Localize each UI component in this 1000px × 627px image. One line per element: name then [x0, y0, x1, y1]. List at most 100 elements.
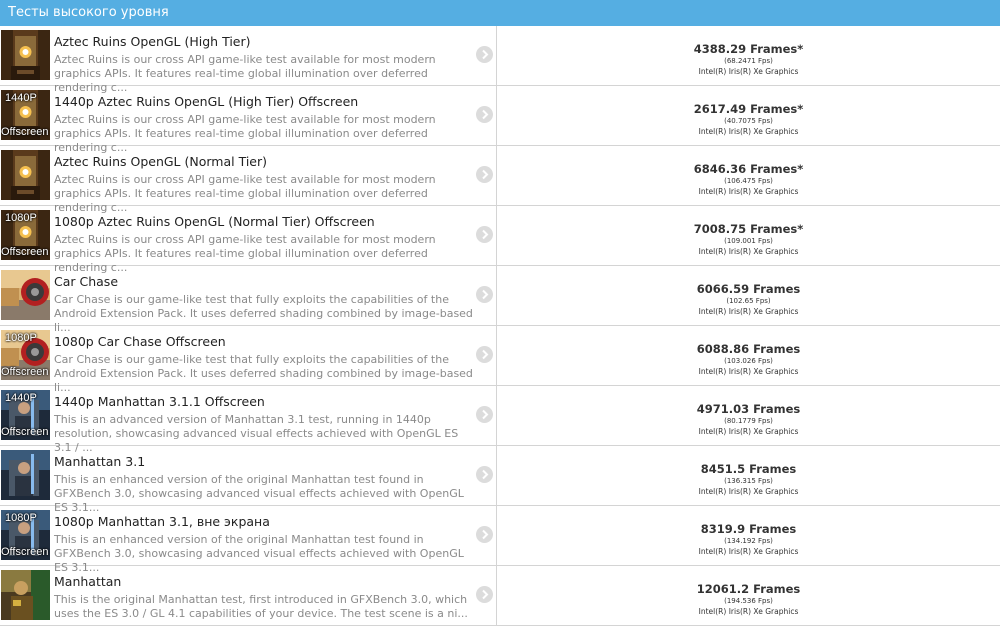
resolution-badge: 1440P	[5, 92, 37, 104]
gpu-name: Intel(R) Iris(R) Xe Graphics	[698, 427, 799, 436]
test-thumbnail	[1, 30, 50, 80]
test-title[interactable]: 1080p Aztec Ruins OpenGL (Normal Tier) O…	[54, 214, 375, 229]
resolution-badge: 1440P	[5, 392, 37, 404]
test-title[interactable]: 1080p Car Chase Offscreen	[54, 334, 226, 349]
gpu-name: Intel(R) Iris(R) Xe Graphics	[698, 367, 799, 376]
chevron-right-icon[interactable]	[476, 286, 493, 303]
chevron-right-icon[interactable]	[476, 166, 493, 183]
test-title[interactable]: 1080p Manhattan 3.1, вне экрана	[54, 514, 270, 529]
test-thumbnail	[1, 270, 50, 320]
test-row[interactable]: 1440P Offscreen 1440p Manhattan 3.1.1 Of…	[0, 386, 1000, 454]
test-info[interactable]: 1440P Offscreen 1440p Manhattan 3.1.1 Of…	[0, 386, 497, 454]
score-value: 6066.59 Frames	[696, 282, 801, 296]
aztec-thumbnail-art	[1, 150, 50, 200]
fps-value: (80.1779 Fps)	[724, 417, 773, 425]
gpu-name: Intel(R) Iris(R) Xe Graphics	[698, 307, 799, 316]
test-thumbnail: 1080P Offscreen	[1, 210, 50, 260]
fps-value: (106.475 Fps)	[724, 177, 773, 185]
test-result: 6066.59 Frames (102.65 Fps) Intel(R) Iri…	[497, 266, 1000, 325]
score-value: 12061.2 Frames	[696, 582, 801, 596]
gpu-name: Intel(R) Iris(R) Xe Graphics	[698, 547, 799, 556]
test-title[interactable]: 1440p Manhattan 3.1.1 Offscreen	[54, 394, 265, 409]
chevron-right-icon[interactable]	[476, 226, 493, 243]
test-title[interactable]: 1440p Aztec Ruins OpenGL (High Tier) Off…	[54, 94, 358, 109]
resolution-badge: 1080P	[5, 512, 37, 524]
test-info[interactable]: 1440P Offscreen 1440p Aztec Ruins OpenGL…	[0, 86, 497, 154]
chevron-right-icon[interactable]	[476, 106, 493, 123]
score-value: 8319.9 Frames	[700, 522, 797, 536]
test-thumbnail: 1440P Offscreen	[1, 90, 50, 140]
test-info[interactable]: Manhattan 3.1 This is an enhanced versio…	[0, 446, 497, 514]
fps-value: (40.7075 Fps)	[724, 117, 773, 125]
test-thumbnail: 1440P Offscreen	[1, 390, 50, 440]
test-list: Aztec Ruins OpenGL (High Tier) Aztec Rui…	[0, 26, 1000, 626]
test-thumbnail	[1, 150, 50, 200]
offscreen-badge: Offscreen	[1, 546, 49, 558]
score-value: 4971.03 Frames	[696, 402, 801, 416]
gpu-name: Intel(R) Iris(R) Xe Graphics	[698, 67, 799, 76]
fps-value: (68.2471 Fps)	[724, 57, 773, 65]
chevron-right-icon[interactable]	[476, 526, 493, 543]
test-thumbnail: 1080P Offscreen	[1, 510, 50, 560]
test-thumbnail	[1, 450, 50, 500]
test-row[interactable]: Car Chase Car Chase is our game-like tes…	[0, 266, 1000, 334]
gpu-name: Intel(R) Iris(R) Xe Graphics	[698, 187, 799, 196]
test-result: 6846.36 Frames* (106.475 Fps) Intel(R) I…	[497, 146, 1000, 205]
test-info[interactable]: 1080P Offscreen 1080p Car Chase Offscree…	[0, 326, 497, 394]
fps-value: (109.001 Fps)	[724, 237, 773, 245]
chevron-right-icon[interactable]	[476, 586, 493, 603]
test-row[interactable]: 1080P Offscreen 1080p Manhattan 3.1, вне…	[0, 506, 1000, 574]
offscreen-badge: Offscreen	[1, 366, 49, 378]
test-info[interactable]: Aztec Ruins OpenGL (Normal Tier) Aztec R…	[0, 146, 497, 214]
test-row[interactable]: Aztec Ruins OpenGL (Normal Tier) Aztec R…	[0, 146, 1000, 214]
score-value: 4388.29 Frames*	[693, 42, 804, 56]
test-row[interactable]: 1080P Offscreen 1080p Car Chase Offscree…	[0, 326, 1000, 394]
test-title[interactable]: Manhattan 3.1	[54, 454, 145, 469]
section-title: Тесты высокого уровня	[8, 5, 169, 20]
fps-value: (103.026 Fps)	[724, 357, 773, 365]
test-row[interactable]: Aztec Ruins OpenGL (High Tier) Aztec Rui…	[0, 26, 1000, 94]
chevron-right-icon[interactable]	[476, 466, 493, 483]
fps-value: (194.536 Fps)	[724, 597, 773, 605]
test-thumbnail: 1080P Offscreen	[1, 330, 50, 380]
score-value: 6846.36 Frames*	[693, 162, 804, 176]
score-value: 2617.49 Frames*	[693, 102, 804, 116]
test-row[interactable]: 1440P Offscreen 1440p Aztec Ruins OpenGL…	[0, 86, 1000, 154]
test-result: 7008.75 Frames* (109.001 Fps) Intel(R) I…	[497, 206, 1000, 265]
gpu-name: Intel(R) Iris(R) Xe Graphics	[698, 607, 799, 616]
manhattan31-thumbnail-art	[1, 450, 50, 500]
test-result: 12061.2 Frames (194.536 Fps) Intel(R) Ir…	[497, 566, 1000, 625]
test-info[interactable]: Manhattan This is the original Manhattan…	[0, 566, 497, 625]
test-title[interactable]: Aztec Ruins OpenGL (High Tier)	[54, 34, 251, 49]
test-result: 2617.49 Frames* (40.7075 Fps) Intel(R) I…	[497, 86, 1000, 145]
test-title[interactable]: Manhattan	[54, 574, 121, 589]
offscreen-badge: Offscreen	[1, 426, 49, 438]
test-title[interactable]: Car Chase	[54, 274, 118, 289]
test-result: 8319.9 Frames (134.192 Fps) Intel(R) Iri…	[497, 506, 1000, 565]
test-title[interactable]: Aztec Ruins OpenGL (Normal Tier)	[54, 154, 267, 169]
chevron-right-icon[interactable]	[476, 46, 493, 63]
manhattan-thumbnail-art	[1, 570, 50, 620]
test-result: 6088.86 Frames (103.026 Fps) Intel(R) Ir…	[497, 326, 1000, 385]
test-result: 4971.03 Frames (80.1779 Fps) Intel(R) Ir…	[497, 386, 1000, 445]
offscreen-badge: Offscreen	[1, 126, 49, 138]
test-result: 4388.29 Frames* (68.2471 Fps) Intel(R) I…	[497, 26, 1000, 85]
test-info[interactable]: 1080P Offscreen 1080p Aztec Ruins OpenGL…	[0, 206, 497, 274]
offscreen-badge: Offscreen	[1, 246, 49, 258]
test-info[interactable]: Car Chase Car Chase is our game-like tes…	[0, 266, 497, 334]
test-row[interactable]: Manhattan This is the original Manhattan…	[0, 566, 1000, 626]
gpu-name: Intel(R) Iris(R) Xe Graphics	[698, 487, 799, 496]
test-row[interactable]: Manhattan 3.1 This is an enhanced versio…	[0, 446, 1000, 514]
test-info[interactable]: 1080P Offscreen 1080p Manhattan 3.1, вне…	[0, 506, 497, 574]
fps-value: (102.65 Fps)	[726, 297, 771, 305]
test-row[interactable]: 1080P Offscreen 1080p Aztec Ruins OpenGL…	[0, 206, 1000, 274]
carchase-thumbnail-art	[1, 270, 50, 320]
test-info[interactable]: Aztec Ruins OpenGL (High Tier) Aztec Rui…	[0, 26, 497, 94]
test-thumbnail	[1, 570, 50, 620]
score-value: 6088.86 Frames	[696, 342, 801, 356]
gpu-name: Intel(R) Iris(R) Xe Graphics	[698, 247, 799, 256]
resolution-badge: 1080P	[5, 212, 37, 224]
chevron-right-icon[interactable]	[476, 406, 493, 423]
chevron-right-icon[interactable]	[476, 346, 493, 363]
aztec-thumbnail-art	[1, 30, 50, 80]
